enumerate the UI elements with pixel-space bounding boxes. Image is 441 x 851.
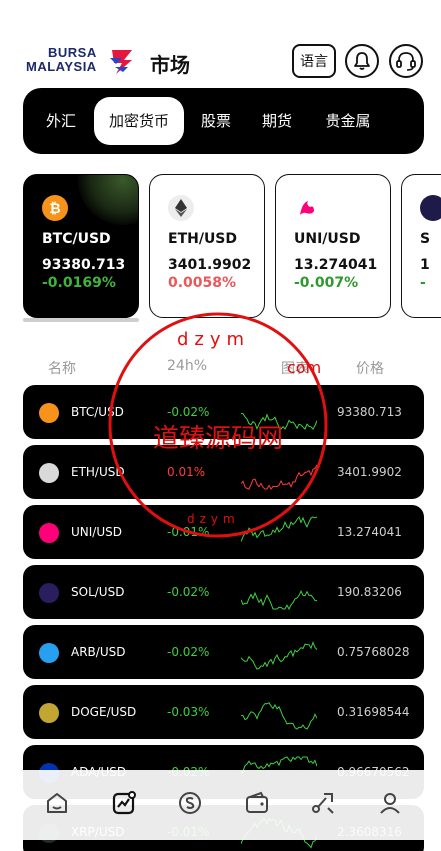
market-row[interactable]: ETH/USD 0.01% 3401.9902	[23, 445, 424, 499]
card-price: 13.274041	[294, 257, 378, 273]
sparkline-line	[241, 413, 317, 431]
row-pair: DOGE/USD	[71, 705, 137, 719]
row-pair: ETH/USD	[71, 465, 125, 479]
headset-icon	[396, 52, 416, 71]
coin-card-sol[interactable]: S 1 -	[401, 174, 441, 318]
header-change: 24h%	[167, 358, 207, 374]
card-pair: UNI/USD	[294, 231, 361, 247]
logo-line2: MALAYSIA	[26, 59, 97, 74]
language-button[interactable]: 语言	[292, 44, 336, 78]
svg-text:₿: ₿	[49, 201, 60, 217]
solana-icon	[420, 195, 441, 221]
trade-coin-icon[interactable]	[177, 790, 203, 816]
ethereum-icon	[168, 195, 194, 221]
market-table-header: 名称 24h% 图表 价格	[23, 358, 424, 378]
bitcoin-icon: ₿	[42, 195, 68, 221]
coin-card-btc[interactable]: ₿ BTC/USD 93380.713 -0.0169%	[23, 174, 139, 318]
row-change: -0.02%	[167, 405, 210, 419]
tab-futures[interactable]: 期货	[252, 97, 302, 145]
sparkline-chart	[241, 640, 317, 670]
watermark-url-top: dzym	[177, 329, 250, 350]
tab-forex[interactable]: 外汇	[33, 97, 89, 145]
logo-mark-icon	[110, 50, 132, 74]
row-price: 93380.713	[337, 405, 402, 419]
solana-icon	[39, 583, 59, 603]
row-change: -0.03%	[167, 705, 210, 719]
coin-card-uni[interactable]: UNI/USD 13.274041 -0.007%	[275, 174, 391, 318]
logo-line1: BURSA	[48, 45, 97, 60]
sparkline-chart	[241, 590, 317, 611]
row-price: 13.274041	[337, 525, 402, 539]
tab-precious-metals[interactable]: 贵金属	[315, 97, 381, 145]
market-row[interactable]: UNI/USD -0.01% 13.274041	[23, 505, 424, 559]
row-change: -0.02%	[167, 585, 210, 599]
card-glow	[78, 175, 138, 225]
market-category-tabs: 外汇 加密货币 股票 期货 贵金属	[23, 88, 424, 154]
coin-card-eth[interactable]: ETH/USD 3401.9902 0.0058%	[149, 174, 265, 318]
bursa-malaysia-logo: BURSA MALAYSIA	[26, 46, 138, 80]
arbitrum-icon	[39, 643, 59, 663]
market-row[interactable]: BTC/USD -0.02% 93380.713	[23, 385, 424, 439]
card-price: 3401.9902	[168, 257, 252, 273]
logo-wordmark: BURSA MALAYSIA	[26, 46, 97, 74]
row-price: 3401.9902	[337, 465, 402, 479]
header-name: 名称	[48, 361, 76, 377]
sparkline-chart	[241, 515, 317, 542]
home-icon[interactable]	[44, 790, 70, 816]
row-pair: BTC/USD	[71, 405, 124, 419]
route-icon[interactable]	[310, 790, 336, 816]
card-change: -0.007%	[294, 275, 359, 291]
header-price: 价格	[356, 361, 384, 377]
sparkline-chart	[241, 464, 317, 490]
market-chart-icon[interactable]	[111, 790, 137, 816]
customer-service-button[interactable]	[389, 44, 423, 78]
row-price: 0.31698544	[337, 705, 410, 719]
card-change: -	[420, 275, 426, 291]
card-price: 93380.713	[42, 257, 126, 273]
uniswap-icon	[294, 195, 320, 221]
bottom-navigation	[0, 770, 441, 840]
sparkline-line	[241, 590, 317, 611]
wallet-icon[interactable]	[244, 790, 270, 816]
row-price: 0.75768028	[337, 645, 410, 659]
sparkline-line	[241, 515, 317, 542]
sparkline-chart	[241, 702, 317, 730]
featured-coin-cards: ₿ BTC/USD 93380.713 -0.0169% ETH/USD 340…	[23, 172, 441, 322]
app-header: BURSA MALAYSIA 市场 语言	[0, 0, 441, 88]
row-pair: ARB/USD	[71, 645, 126, 659]
profile-icon[interactable]	[377, 790, 403, 816]
sparkline-line	[241, 640, 317, 670]
tab-crypto[interactable]: 加密货币	[94, 97, 184, 145]
row-change: -0.01%	[167, 525, 210, 539]
card-price: 1	[420, 257, 430, 273]
row-pair: UNI/USD	[71, 525, 122, 539]
ethereum-icon	[39, 463, 59, 483]
bell-icon	[354, 52, 370, 70]
card-pair: BTC/USD	[42, 231, 111, 247]
notifications-button[interactable]	[345, 44, 379, 78]
market-row[interactable]: DOGE/USD -0.03% 0.31698544	[23, 685, 424, 739]
dogecoin-icon	[39, 703, 59, 723]
market-row[interactable]: ARB/USD -0.02% 0.75768028	[23, 625, 424, 679]
card-change: 0.0058%	[168, 275, 237, 291]
row-price: 190.83206	[337, 585, 402, 599]
header-chart: 图表	[281, 361, 309, 377]
row-change: 0.01%	[167, 465, 206, 479]
row-change: -0.02%	[167, 645, 210, 659]
card-pair: S	[420, 231, 431, 247]
page-title: 市场	[150, 53, 190, 77]
sparkline-chart	[241, 413, 317, 431]
card-pair: ETH/USD	[168, 231, 238, 247]
sparkline-line	[241, 702, 317, 730]
sparkline-line	[241, 464, 317, 490]
uniswap-icon	[39, 523, 59, 543]
card-change: -0.0169%	[42, 275, 116, 291]
row-pair: SOL/USD	[71, 585, 125, 599]
bitcoin-icon	[39, 403, 59, 423]
market-row[interactable]: SOL/USD -0.02% 190.83206	[23, 565, 424, 619]
active-card-indicator	[23, 318, 139, 322]
tab-stocks[interactable]: 股票	[191, 97, 241, 145]
